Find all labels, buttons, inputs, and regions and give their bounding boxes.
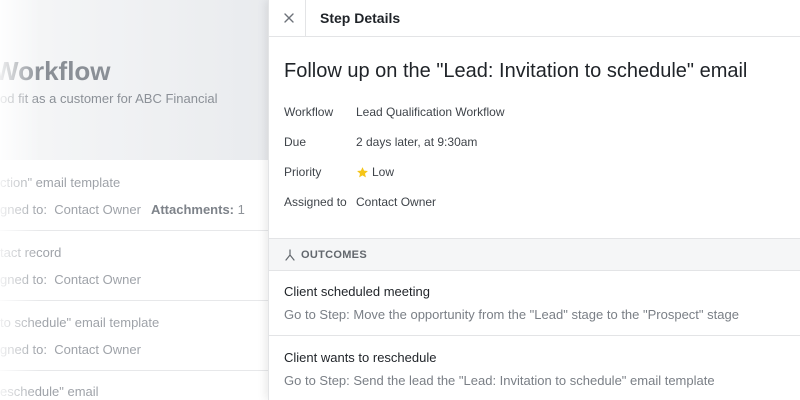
- step-name: eschedule" email: [0, 384, 99, 399]
- attachments-label: Attachments:: [150, 202, 235, 217]
- list-item[interactable]: tact record gned to: Contact Owner: [0, 230, 268, 301]
- outcomes-label: OUTCOMES: [301, 249, 367, 261]
- outcomes-header: OUTCOMES: [269, 239, 800, 271]
- step-assignment: gned to: Contact Owner: [0, 342, 141, 357]
- workflow-label: Workflow: [284, 105, 334, 119]
- priority-value: Low: [356, 165, 394, 179]
- star-icon: [357, 166, 368, 177]
- due-label: Due: [284, 135, 307, 149]
- assigned-label: Assigned to: [284, 195, 347, 209]
- assigned-value: Contact Owner: [356, 195, 437, 209]
- detail-assigned: Assigned to Contact Owner: [284, 195, 784, 215]
- detail-due: Due 2 days later, at 9:30am: [284, 135, 784, 155]
- step-assignment: gned to: Contact Owner: [0, 272, 141, 287]
- outcome-description: Go to Step: Move the opportunity from th…: [284, 307, 739, 322]
- outcome-title: Client scheduled meeting: [284, 284, 430, 299]
- workflow-title: Workflow: [0, 56, 111, 86]
- close-button[interactable]: [279, 8, 299, 28]
- detail-priority: Priority Low: [284, 165, 784, 185]
- workflow-header: Workflow od fit as a customer for ABC Fi…: [0, 0, 268, 160]
- header-divider: [305, 0, 306, 36]
- step-title: Follow up on the "Lead: Invitation to sc…: [284, 60, 748, 82]
- list-item[interactable]: to schedule" email template gned to: Con…: [0, 300, 268, 371]
- due-value: 2 days later, at 9:30am: [356, 135, 478, 149]
- branch-icon: [285, 249, 295, 261]
- step-assignment: gned to: Contact Owner Attachments: 1: [0, 202, 245, 217]
- outcome-title: Client wants to reschedule: [284, 350, 437, 365]
- priority-text: Low: [372, 165, 395, 179]
- outcome-description: Go to Step: Send the lead the "Lead: Inv…: [284, 373, 715, 388]
- step-name: to schedule" email template: [0, 315, 160, 330]
- list-item[interactable]: eschedule" email: [0, 370, 268, 400]
- drawer-title: Step Details: [320, 10, 401, 26]
- close-icon: [284, 13, 294, 23]
- workflow-step-list: ction" email template gned to: Contact O…: [0, 160, 268, 400]
- drawer-header: Step Details: [269, 0, 800, 37]
- workflow-subtitle: od fit as a customer for ABC Financial: [0, 91, 218, 106]
- list-item[interactable]: ction" email template gned to: Contact O…: [0, 160, 268, 231]
- priority-label: Priority: [284, 165, 322, 179]
- attachments-count: 1: [237, 202, 245, 217]
- workflow-value: Lead Qualification Workflow: [356, 105, 505, 119]
- step-details-drawer: Step Details Follow up on the "Lead: Inv…: [268, 0, 800, 400]
- workflow-background-page: Workflow od fit as a customer for ABC Fi…: [0, 0, 268, 400]
- step-name: ction" email template: [0, 175, 121, 190]
- outcome-item[interactable]: Client wants to reschedule Go to Step: S…: [269, 336, 800, 400]
- step-name: tact record: [0, 245, 62, 260]
- outcome-item[interactable]: Client scheduled meeting Go to Step: Mov…: [269, 270, 800, 334]
- detail-workflow: Workflow Lead Qualification Workflow: [284, 105, 784, 125]
